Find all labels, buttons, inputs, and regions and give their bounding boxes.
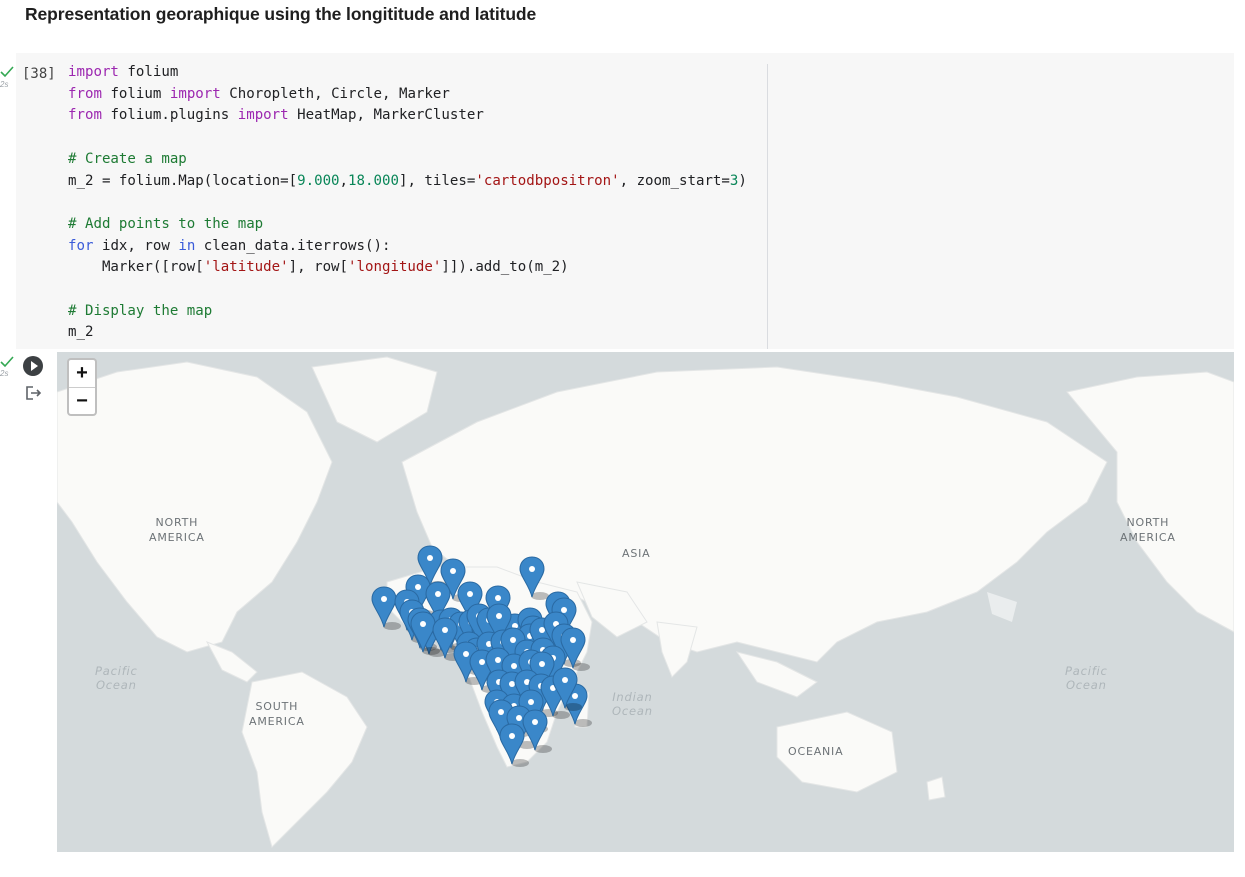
code-editor[interactable]: import folium from folium import Choropl… [68, 62, 747, 344]
line-length-ruler [767, 64, 768, 349]
section-heading: Representation georaphique using the lon… [25, 4, 537, 24]
success-check-icon [0, 66, 14, 78]
folium-map[interactable]: + − NORTH AMERICA NORTH AMERICA ASIA SOU… [57, 352, 1234, 852]
execution-count: [38] [22, 66, 56, 82]
map-marker[interactable] [519, 556, 549, 600]
output-success-check-icon [0, 356, 14, 368]
run-cell-button[interactable] [23, 356, 43, 376]
output-actions-icon[interactable] [25, 385, 43, 401]
cell-exec-time: 2s [0, 80, 9, 89]
marker-layer [371, 545, 592, 767]
output-exec-time: 2s [0, 369, 9, 378]
